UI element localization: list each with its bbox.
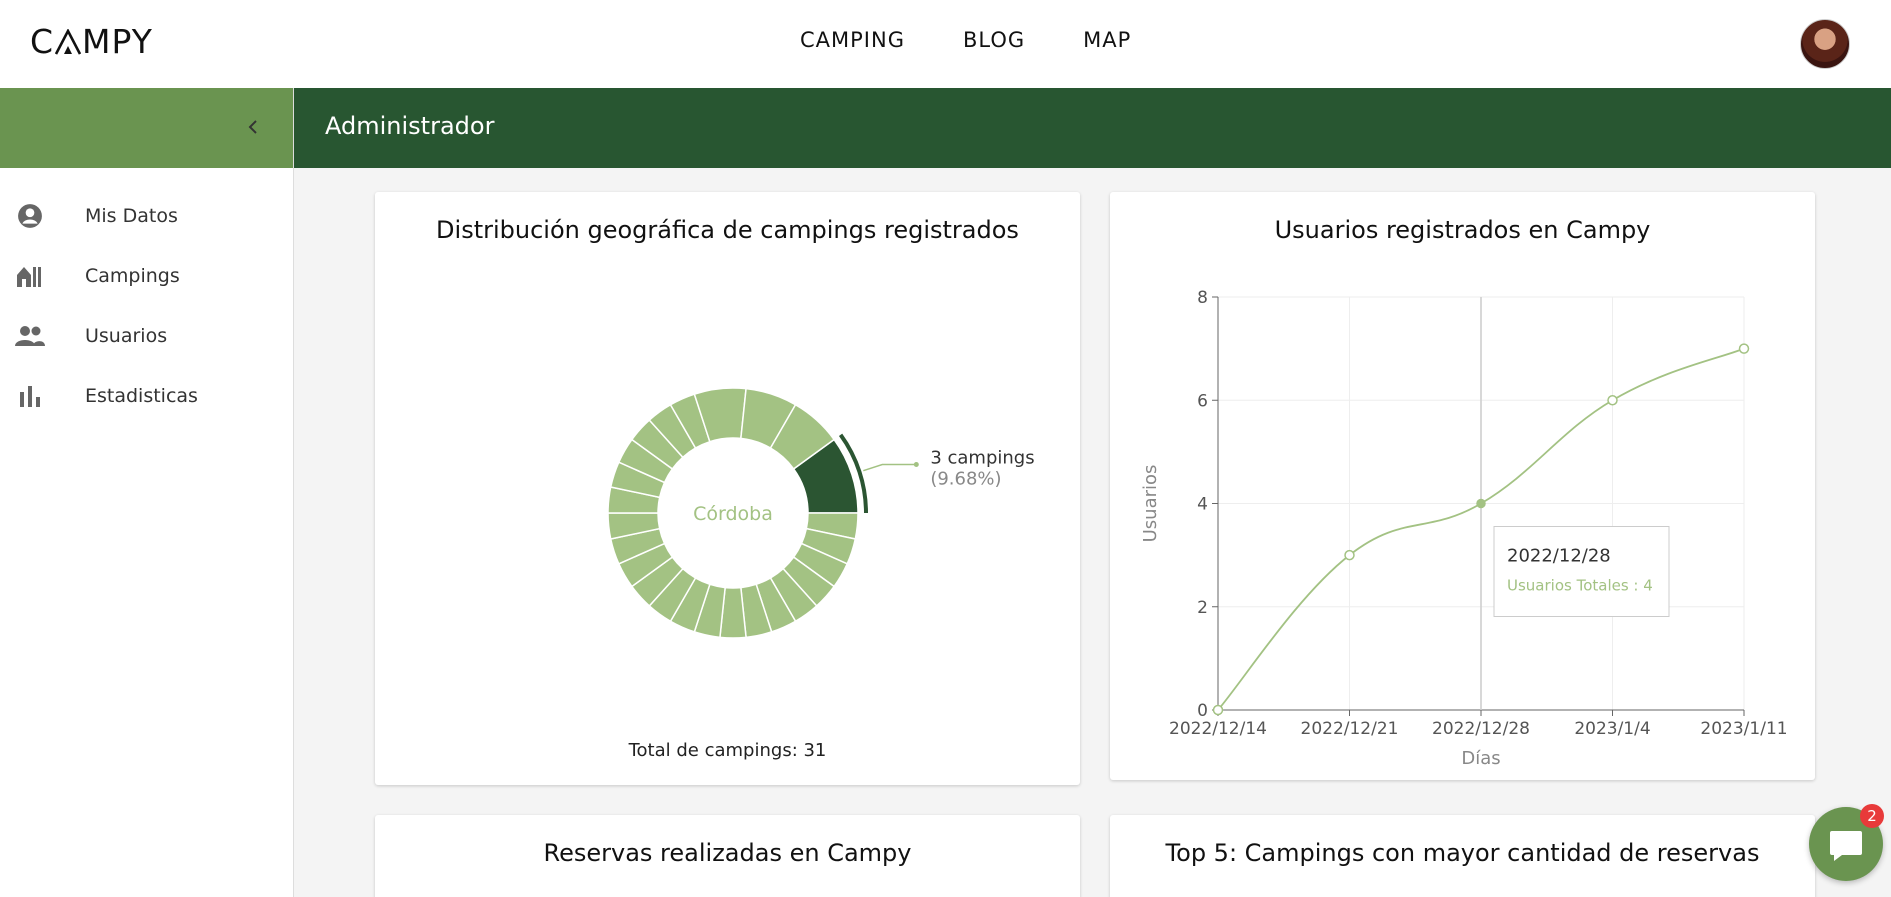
pie-center-label: Córdoba [693, 503, 773, 525]
sidebar-item-label: Mis Datos [85, 205, 178, 227]
y-tick-label: 8 [1197, 288, 1208, 308]
donut-chart: 3 campings(9.68%) Córdoba [607, 387, 1035, 639]
sidebar-item-mis-datos[interactable]: Mis Datos [0, 186, 293, 246]
card-title: Distribución geográfica de campings regi… [436, 216, 1019, 244]
x-tick-label: 2023/1/11 [1700, 719, 1787, 739]
account-circle-icon [15, 201, 45, 231]
card-title: Reservas realizadas en Campy [543, 839, 912, 867]
top-navbar: C MPY CAMPING BLOG MAP [0, 0, 1891, 88]
data-point[interactable] [1738, 343, 1750, 354]
x-tick-label: 2022/12/21 [1301, 719, 1399, 739]
line-chart: 0 2 4 6 8 2022/12/14 2022/12/21 2022/12/28 2023/… [1140, 288, 1788, 769]
user-avatar[interactable] [1800, 19, 1850, 69]
tooltip-title: 2022/12/28 [1507, 546, 1611, 567]
data-point[interactable] [1476, 498, 1486, 509]
data-point[interactable] [1344, 549, 1355, 561]
campy-logo[interactable]: C MPY [30, 22, 153, 61]
x-tick-label: 2022/12/28 [1432, 719, 1530, 739]
nav-camping[interactable]: CAMPING [800, 28, 905, 52]
tooltip-value: Usuarios Totales : 4 [1507, 577, 1653, 595]
sidebar-item-label: Estadisticas [85, 385, 198, 407]
y-tick-label: 2 [1197, 598, 1208, 618]
main-nav: CAMPING BLOG MAP [800, 28, 1131, 52]
users-card: Usuarios registrados en Campy 0 2 4 6 8 2022/… [1110, 192, 1815, 780]
total-campings: Total de campings: 31 [628, 740, 827, 761]
data-point[interactable] [1212, 704, 1224, 716]
pie-active-percent: (9.68%) [930, 468, 1001, 489]
sidebar-item-estadisticas[interactable]: Estadisticas [0, 366, 293, 426]
x-tick-label: 2023/1/4 [1574, 719, 1650, 739]
tent-icon [55, 28, 82, 55]
pie-label-dot [913, 461, 919, 467]
sidebar-item-label: Usuarios [85, 325, 168, 347]
sidebar-header [0, 88, 293, 168]
sidebar-item-label: Campings [85, 265, 180, 287]
people-icon [15, 321, 45, 351]
logo-text-left: C [30, 22, 55, 61]
admin-header: Administrador [294, 88, 1891, 168]
x-tick-label: 2022/12/14 [1169, 719, 1267, 739]
y-tick-label: 6 [1197, 391, 1208, 411]
bookings-card: Reservas realizadas en Campy [375, 815, 1080, 897]
pie-active-label: 3 campings [930, 447, 1034, 468]
cabin-icon [15, 261, 45, 291]
page-title: Administrador [325, 112, 495, 140]
logo-text-right: MPY [82, 22, 153, 61]
sidebar: Mis Datos Campings Usuarios Estadisticas [0, 88, 294, 897]
x-axis-label: Días [1461, 748, 1500, 769]
y-axis-label: Usuarios [1140, 465, 1161, 543]
data-point[interactable] [1607, 395, 1618, 406]
notification-badge: 2 [1860, 804, 1884, 828]
sidebar-item-campings[interactable]: Campings [0, 246, 293, 306]
nav-map[interactable]: MAP [1083, 28, 1131, 52]
bar-chart-icon [15, 381, 45, 411]
tooltip [1493, 526, 1670, 617]
nav-blog[interactable]: BLOG [963, 28, 1025, 52]
y-tick-label: 4 [1197, 495, 1208, 515]
sidebar-item-usuarios[interactable]: Usuarios [0, 306, 293, 366]
chevron-left-icon[interactable] [241, 115, 265, 139]
card-title: Top 5: Campings con mayor cantidad de re… [1165, 839, 1760, 867]
y-tick-label: 0 [1197, 701, 1208, 721]
top5-card: Top 5: Campings con mayor cantidad de re… [1110, 815, 1815, 897]
geo-distribution-card: Distribución geográfica de campings regi… [375, 192, 1080, 785]
pie-label-leader [863, 463, 917, 472]
card-title: Usuarios registrados en Campy [1274, 216, 1651, 244]
